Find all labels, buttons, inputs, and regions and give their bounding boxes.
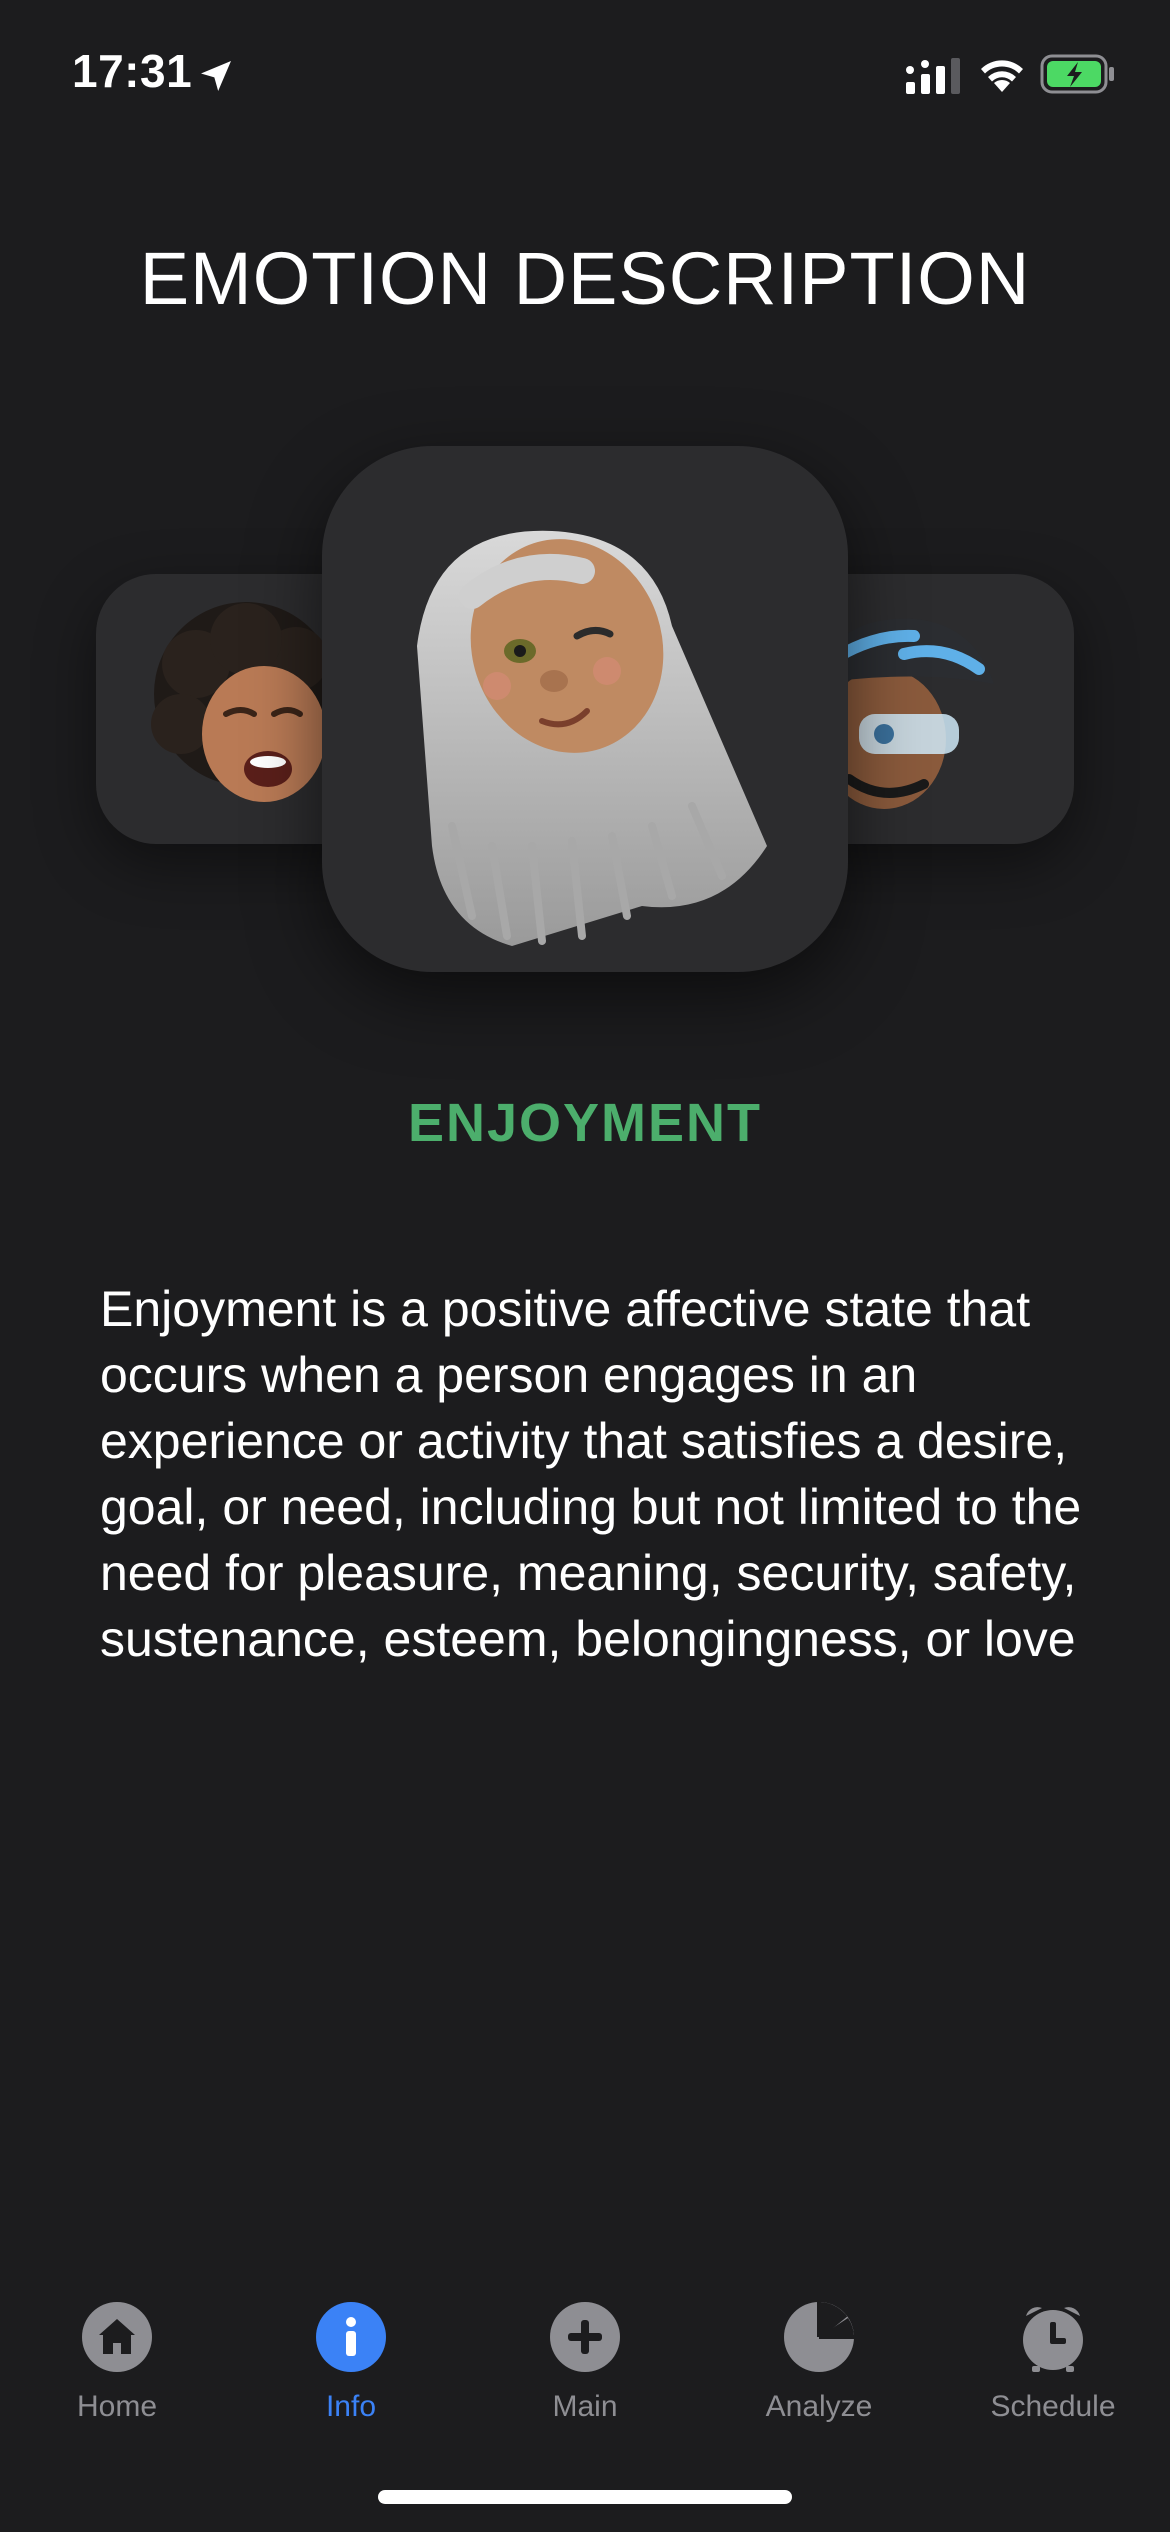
tab-label-main: Main [552,2390,618,2423]
location-arrow-icon [201,61,231,91]
status-time: 17:31 [72,45,193,97]
tab-label-home: Home [76,2390,158,2423]
pie-chart-icon [784,2302,854,2372]
tab-label-schedule: Schedule [990,2390,1116,2423]
page-title: EMOTION DESCRIPTION [139,237,1031,320]
home-indicator[interactable] [378,2490,792,2504]
emotion-name: ENJOYMENT [407,1093,763,1153]
info-icon [316,2302,386,2372]
tab-info[interactable]: Info [234,2290,468,2440]
status-bar: 17:31 [0,0,1170,150]
battery-charging-icon [1040,54,1114,94]
wifi-icon [981,60,1023,92]
cellular-signal-icon [906,58,960,94]
tab-bar: Home Info Main Analyze Schedule [0,2290,1170,2450]
silver-hair-winking-memoji-avatar [417,530,767,946]
tab-main[interactable]: Main [468,2290,702,2440]
emotion-description: Enjoyment is a positive affective state … [100,1281,1082,1667]
tab-label-analyze: Analyze [765,2390,873,2423]
plus-icon [550,2302,620,2372]
emotion-carousel[interactable] [0,440,1170,980]
tab-analyze[interactable]: Analyze [702,2290,936,2440]
alarm-clock-icon [1023,2307,1083,2372]
carousel-card-selected[interactable] [322,446,848,972]
house-icon [82,2302,152,2372]
tab-home[interactable]: Home [0,2290,234,2440]
tab-label-info: Info [325,2390,377,2423]
tab-schedule[interactable]: Schedule [936,2290,1170,2440]
